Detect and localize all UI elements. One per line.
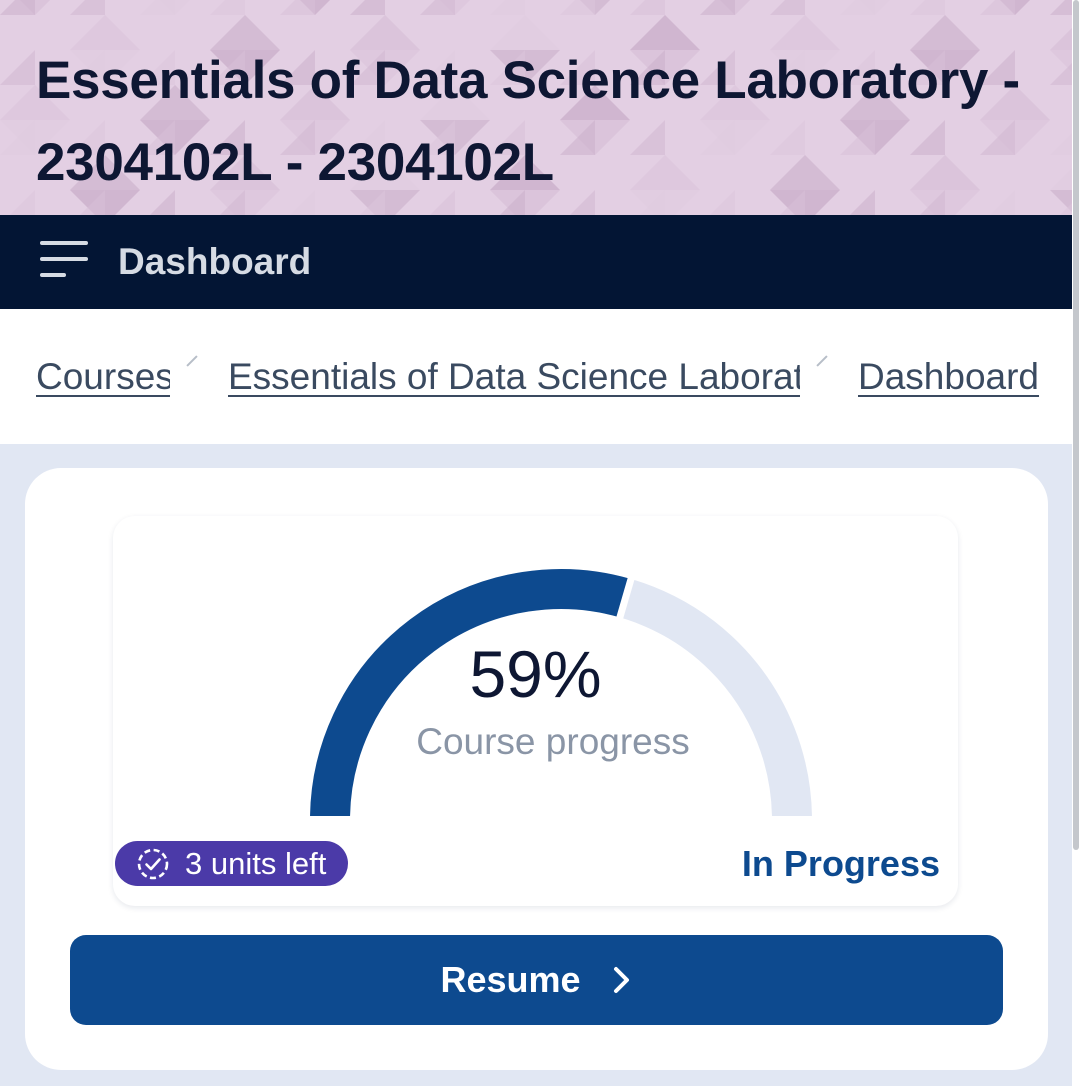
dashed-check-circle-icon	[137, 848, 169, 879]
resume-button[interactable]: Resume	[70, 935, 1003, 1025]
progress-panel: 59% Course progress 3 units left In Prog…	[113, 516, 958, 906]
breadcrumb: Courses Essentials of Data Science Labor…	[0, 309, 1072, 444]
units-left-badge: 3 units left	[115, 841, 349, 886]
resume-label: Resume	[440, 959, 581, 1000]
scrollbar-thumb[interactable]	[1073, 0, 1079, 850]
scrollbar[interactable]	[1072, 0, 1080, 1086]
breadcrumb-dashboard[interactable]: Dashboard	[858, 353, 1040, 401]
units-left-text: 3 units left	[185, 846, 327, 881]
course-title: Essentials of Data Science Laboratory - …	[36, 51, 1020, 192]
top-navbar: Dashboard	[0, 215, 1072, 309]
hamburger-menu-icon[interactable]	[40, 240, 90, 284]
breadcrumb-course[interactable]: Essentials of Data Science Laboratory - …	[228, 353, 800, 401]
progress-label: Course progress	[416, 721, 690, 762]
status-text: In Progress	[741, 843, 940, 884]
breadcrumb-courses[interactable]: Courses	[36, 353, 170, 401]
nav-title: Dashboard	[118, 241, 312, 282]
course-progress-card: 59% Course progress 3 units left In Prog…	[25, 468, 1048, 1070]
chevron-right-icon	[613, 967, 629, 993]
progress-percent: 59%	[469, 637, 602, 711]
course-header: Essentials of Data Science Laboratory - …	[0, 0, 1072, 215]
